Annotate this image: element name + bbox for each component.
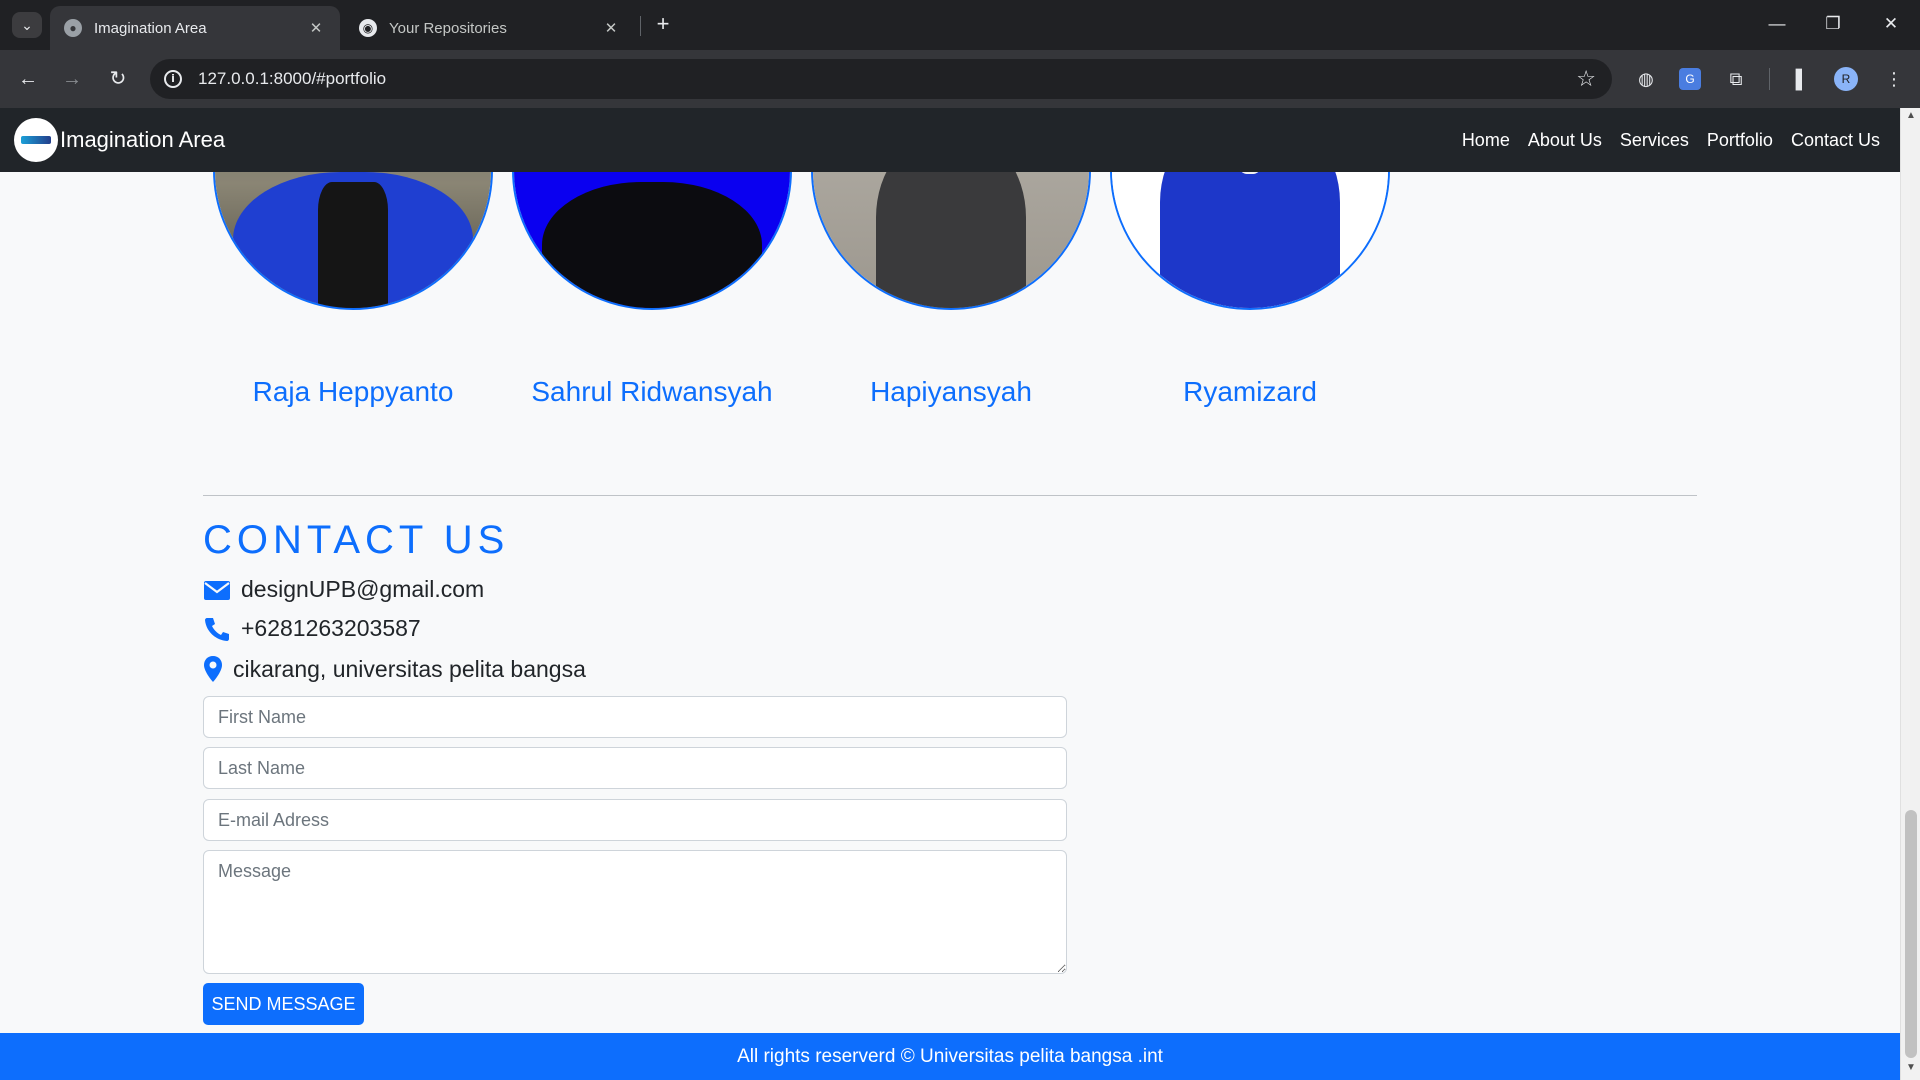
tab-imagination-area[interactable]: ● Imagination Area ✕ bbox=[50, 6, 340, 50]
nav-links: Home About Us Services Portfolio Contact… bbox=[1444, 108, 1880, 172]
first-name-input[interactable] bbox=[203, 696, 1067, 738]
nav-contact-us[interactable]: Contact Us bbox=[1791, 130, 1880, 151]
contact-address: cikarang, universitas pelita bangsa bbox=[233, 655, 586, 682]
bookmark-star-icon[interactable]: ☆ bbox=[1576, 66, 1596, 92]
message-textarea[interactable] bbox=[203, 850, 1067, 974]
url-text[interactable]: 127.0.0.1:8000/#portfolio bbox=[198, 69, 1576, 89]
tab-search-button[interactable]: ⌄ bbox=[12, 12, 42, 38]
member-name: Ryamizard bbox=[1183, 376, 1317, 407]
globe-icon: ● bbox=[64, 19, 82, 37]
scroll-down-arrow-icon[interactable]: ▼ bbox=[1901, 1062, 1920, 1078]
envelope-icon bbox=[203, 579, 231, 601]
page-viewport: Imagination Area Home About Us Services … bbox=[0, 108, 1920, 1080]
contact-phone: +6281263203587 bbox=[241, 615, 421, 641]
tab-your-repositories[interactable]: ◉ Your Repositories ✕ bbox=[345, 6, 635, 50]
scroll-up-arrow-icon[interactable]: ▲ bbox=[1901, 110, 1920, 126]
browser-toolbar: ← → ↻ i 127.0.0.1:8000/#portfolio ☆ ◍ G … bbox=[0, 50, 1920, 108]
browser-tab-bar: ⌄ ● Imagination Area ✕ ◉ Your Repositori… bbox=[0, 0, 1920, 50]
page-scrollbar[interactable]: ▲ ▼ bbox=[1900, 108, 1920, 1080]
language-globe-icon[interactable]: ◍ bbox=[1632, 65, 1660, 93]
site-footer: All rights reserverd © Universitas pelit… bbox=[0, 1033, 1900, 1080]
nav-portfolio[interactable]: Portfolio bbox=[1707, 130, 1773, 151]
site-info-icon[interactable]: i bbox=[164, 70, 182, 88]
address-bar[interactable]: i 127.0.0.1:8000/#portfolio ☆ bbox=[150, 59, 1612, 99]
email-input[interactable] bbox=[203, 799, 1067, 841]
contact-title: CONTACT US bbox=[203, 518, 510, 562]
close-tab-icon[interactable]: ✕ bbox=[306, 19, 326, 37]
section-divider bbox=[203, 495, 1697, 496]
contact-address-row: cikarang, universitas pelita bangsa bbox=[203, 655, 586, 683]
send-message-button[interactable]: SEND MESSAGE bbox=[203, 983, 364, 1025]
side-panel-icon[interactable]: ▌ bbox=[1788, 65, 1816, 93]
tab-title: Imagination Area bbox=[94, 19, 207, 37]
github-icon: ◉ bbox=[359, 19, 377, 37]
profile-avatar[interactable]: R bbox=[1834, 67, 1858, 91]
toolbar-separator bbox=[1769, 68, 1770, 90]
contact-phone-row: +6281263203587 bbox=[203, 615, 421, 642]
contact-email-row: designUPB@gmail.com bbox=[203, 576, 484, 603]
tab-separator bbox=[640, 16, 641, 36]
close-tab-icon[interactable]: ✕ bbox=[601, 19, 621, 37]
back-button[interactable]: ← bbox=[14, 65, 42, 93]
new-tab-button[interactable]: + bbox=[650, 11, 676, 39]
last-name-input[interactable] bbox=[203, 747, 1067, 789]
nav-home[interactable]: Home bbox=[1462, 130, 1510, 151]
close-window-button[interactable]: ✕ bbox=[1866, 8, 1916, 40]
site-navbar: Imagination Area Home About Us Services … bbox=[0, 108, 1900, 172]
phone-icon bbox=[203, 616, 231, 642]
tab-title: Your Repositories bbox=[389, 19, 507, 37]
menu-kebab-icon[interactable]: ⋮ bbox=[1880, 65, 1908, 93]
translate-icon[interactable]: G bbox=[1679, 68, 1701, 90]
brand-logo[interactable] bbox=[14, 118, 58, 162]
map-pin-icon bbox=[203, 655, 223, 683]
brand-name[interactable]: Imagination Area bbox=[60, 127, 225, 153]
extensions-icon[interactable]: ⧉ bbox=[1722, 65, 1750, 93]
nav-about-us[interactable]: About Us bbox=[1528, 130, 1602, 151]
nav-services[interactable]: Services bbox=[1620, 130, 1689, 151]
minimize-button[interactable]: — bbox=[1752, 8, 1802, 40]
reload-button[interactable]: ↻ bbox=[104, 65, 132, 93]
forward-button[interactable]: → bbox=[58, 65, 86, 93]
restore-button[interactable]: ❐ bbox=[1808, 8, 1858, 40]
scrollbar-thumb[interactable] bbox=[1905, 810, 1917, 1058]
contact-email[interactable]: designUPB@gmail.com bbox=[241, 576, 484, 603]
